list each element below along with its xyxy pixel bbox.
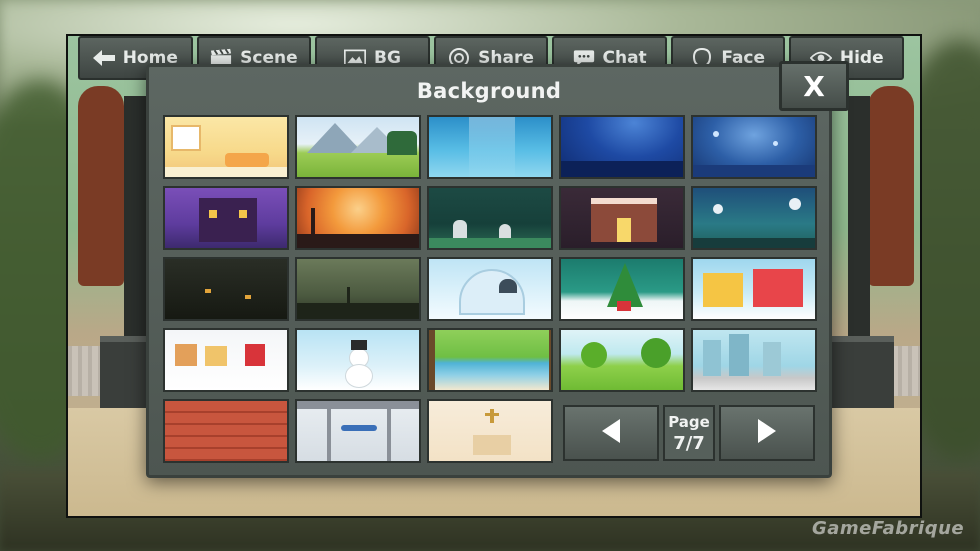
bg-thumbnail-night-sparkle[interactable] (691, 115, 817, 179)
bg-thumbnail-haunted-house[interactable] (163, 186, 289, 250)
dialog-title: Background (416, 79, 562, 103)
pillar-base-right (824, 336, 894, 416)
next-page-button[interactable] (719, 405, 815, 461)
bg-thumbnail-snowman[interactable] (295, 328, 421, 392)
bg-thumbnail-bats-night-sky[interactable] (691, 186, 817, 250)
page-number: 7/7 (673, 432, 705, 454)
tree-trunk-left (78, 86, 124, 286)
bg-thumbnail-winter-town-houses[interactable] (691, 257, 817, 321)
bg-thumbnail-graveyard-night[interactable] (427, 186, 553, 250)
bg-thumbnail-halloween-orange-moon[interactable] (295, 186, 421, 250)
page-navigator: Page 7/7 (563, 405, 815, 461)
bg-thumbnail-living-room[interactable] (163, 115, 289, 179)
pillar-right (848, 96, 870, 376)
watermark: GameFabrique (812, 518, 965, 539)
background-picker-dialog: Background X Page 7/7 (146, 61, 849, 478)
bg-thumbnail-airport-terminal[interactable] (295, 399, 421, 463)
arrow-left-icon (92, 49, 115, 67)
bg-thumbnail-snowy-village[interactable] (163, 328, 289, 392)
bg-thumbnail-underwater[interactable] (427, 115, 553, 179)
triangle-right-icon (756, 418, 778, 448)
bg-thumbnail-brick-wall[interactable] (163, 399, 289, 463)
close-button[interactable]: X (779, 61, 849, 111)
bg-thumbnail-city-skyline[interactable] (691, 328, 817, 392)
previous-page-button[interactable] (563, 405, 659, 461)
pillar-left (124, 96, 146, 376)
bg-thumbnail-christmas-tree[interactable] (559, 257, 685, 321)
bg-thumbnail-park-pond[interactable] (427, 328, 553, 392)
bg-thumbnail-deep-sea[interactable] (559, 115, 685, 179)
bg-thumbnail-dark-forest-eyes[interactable] (163, 257, 289, 321)
bg-thumbnail-gingerbread-haunted-house[interactable] (559, 186, 685, 250)
bg-thumbnail-igloo[interactable] (427, 257, 553, 321)
triangle-left-icon (600, 418, 622, 448)
page-label: Page (668, 412, 710, 431)
bg-thumbnail-green-hills-trees[interactable] (559, 328, 685, 392)
page-indicator: Page 7/7 (663, 405, 715, 461)
bg-thumbnail-misty-graveyard[interactable] (295, 257, 421, 321)
tree-trunk-right (868, 86, 914, 286)
bg-thumbnail-chapel-altar[interactable] (427, 399, 553, 463)
bg-thumbnail-mountain-meadow[interactable] (295, 115, 421, 179)
